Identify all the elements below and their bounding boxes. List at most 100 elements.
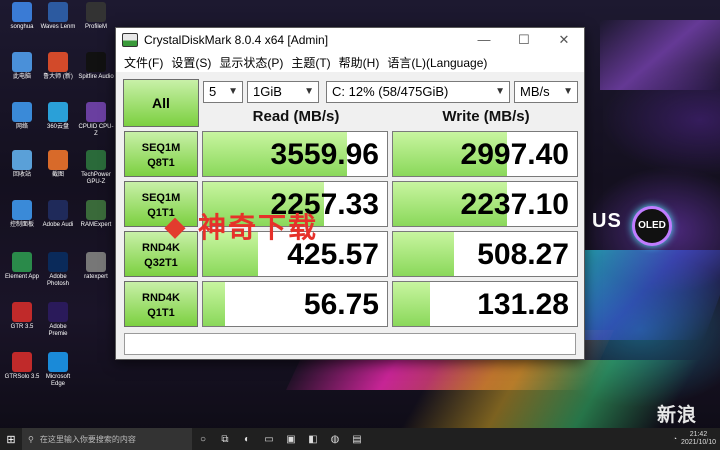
write-result-cell: 131.28 [392,281,578,327]
desktop-icon-glyph [12,150,32,170]
desktop-icon[interactable]: Microsoft Edge [40,352,76,388]
desktop-icon[interactable]: Spitfire Audio [78,52,114,81]
chevron-down-icon: ▼ [304,86,314,97]
desktop-icon-label: ProfileM [84,24,107,30]
comment-field[interactable] [124,333,576,355]
desktop-icon[interactable]: Waves Lenm [40,2,76,31]
desktop-icon[interactable]: Adobe Premie [40,302,76,338]
menu-language[interactable]: 语言(L)(Language) [383,54,491,71]
write-result-value: 2237.10 [460,188,569,221]
desktop-icon[interactable]: ProfileM [78,2,114,31]
desktop-icon-glyph [86,52,106,72]
wallpaper-streak [399,360,701,430]
read-result-cell: 425.57 [202,231,388,277]
desktop-icon[interactable]: 鲁大师 (新) [40,52,76,81]
desktop-icon[interactable]: 网络 [4,102,40,131]
unit-select[interactable]: MB/s ▼ [514,81,578,103]
desktop-icon-label: Microsoft Edge [45,374,71,387]
title-bar[interactable]: CrystalDiskMark 8.0.4 x64 [Admin] — ☐ ✕ [116,28,584,52]
desktop-icon-label: 网络 [15,124,28,130]
desktop-icon-label: 此电脑 [12,74,31,80]
visual-studio-icon[interactable]: ◧ [302,434,324,445]
desktop-icon[interactable]: Adobe Audi [40,200,76,229]
write-result-value: 508.27 [477,238,569,271]
desktop-icon-glyph [48,352,68,372]
clock-time: 21:42 [689,431,708,438]
crystaldiskmark-window: CrystalDiskMark 8.0.4 x64 [Admin] — ☐ ✕ … [115,27,585,360]
desktop-icon-glyph [12,102,32,122]
read-result-value: 425.57 [287,238,379,271]
write-result-cell: 2237.10 [392,181,578,227]
desktop-icon[interactable]: Element App [4,252,40,281]
app-icon [122,33,138,47]
write-result-bar [393,232,454,276]
cortana-icon[interactable]: ○ [192,434,214,445]
desktop-icon-label: Adobe Photosh [46,274,70,287]
network-icon[interactable]: ◔ [673,436,677,443]
desktop-icon-label: Waves Lenm [40,24,76,30]
clock[interactable]: 21:42 2021/10/10 [681,431,716,447]
file-explorer-icon[interactable]: ▭ [258,434,280,445]
desktop-icon[interactable]: 截图 [40,150,76,179]
read-result-value: 2257.33 [270,188,379,221]
test-queue: Q1T1 [147,207,175,219]
write-header: Write (MB/s) [442,108,530,125]
desktop-icon-glyph [12,2,32,22]
drive-select[interactable]: C: 12% (58/475GiB) ▼ [326,81,510,103]
unit-value: MB/s [520,84,550,99]
task-view-icon[interactable]: ⧉ [214,434,236,445]
desktop-icon-label: 360云盘 [46,124,69,130]
test-label-button[interactable]: RND4K Q1T1 [124,281,198,327]
desktop-icon[interactable]: TechPower GPU-Z [78,150,114,186]
desktop-icon[interactable]: GTRSolo 3.5 [4,352,40,381]
app-icon-taskbar[interactable]: ◍ [324,434,346,445]
desktop-icon-label: CPUID CPU-Z [78,124,114,137]
menu-file[interactable]: 文件(F) [120,54,167,71]
desktop-icon[interactable]: 360云盘 [40,102,76,131]
test-queue: Q1T1 [147,307,175,319]
search-icon: ⚲ [28,434,34,444]
desktop-icon[interactable]: 此电脑 [4,52,40,81]
desktop-icon-glyph [48,102,68,122]
menu-help[interactable]: 帮助(H) [335,54,384,71]
menu-settings[interactable]: 设置(S) [167,54,215,71]
windows-start-icon[interactable]: ⊞ [0,433,22,446]
maximize-button[interactable]: ☐ [504,28,544,52]
chevron-down-icon: ▼ [495,86,505,97]
size-select[interactable]: 1GiB ▼ [247,81,319,103]
close-button[interactable]: ✕ [544,28,584,52]
desktop-icon[interactable]: 控制面板 [4,200,40,229]
test-label-button[interactable]: RND4K Q32T1 [124,231,198,277]
desktop-icon-glyph [48,150,68,170]
desktop-icon[interactable]: CPUID CPU-Z [78,102,114,138]
desktop-icon-label: songhua [10,24,34,30]
all-button[interactable]: All [123,79,199,127]
desktop-icon-label: Element App [4,274,40,280]
desktop-icon-label: ratexpert [84,274,108,280]
desktop-icon-glyph [12,252,32,272]
test-name: SEQ1M [141,142,181,154]
test-label-button[interactable]: SEQ1M Q1T1 [124,181,198,227]
desktop-icon[interactable]: Adobe Photosh [40,252,76,288]
edge-icon[interactable]: ◐ [236,434,258,445]
desktop-icon[interactable]: GTR 3.5 [4,302,40,331]
minimize-button[interactable]: — [464,28,504,52]
desktop-icon-glyph [12,200,32,220]
desktop-icon[interactable]: ratexpert [78,252,114,281]
taskbar: ⊞ ⚲ 在这里输入你要搜索的内容 ○ ⧉ ◐ ▭ ▣ ◧ ◍ ▤ ◔ 21:42… [0,428,720,450]
desktop-icon[interactable]: songhua [4,2,40,31]
desktop-icon-glyph [86,200,106,220]
desktop-icon-label: RAMExpert [80,222,112,228]
count-select[interactable]: 5 ▼ [203,81,243,103]
desktop-icon[interactable]: RAMExpert [78,200,114,229]
write-result-value: 2997.40 [460,138,569,171]
test-queue: Q32T1 [144,257,178,269]
test-label-button[interactable]: SEQ1M Q8T1 [124,131,198,177]
store-icon[interactable]: ▣ [280,434,302,445]
menu-profile[interactable]: 显示状态(P) [215,54,287,71]
count-value: 5 [209,84,217,99]
desktop-icon[interactable]: 回收站 [4,150,40,179]
menu-theme[interactable]: 主题(T) [287,54,334,71]
taskbar-search[interactable]: ⚲ 在这里输入你要搜索的内容 [22,428,192,450]
crystaldiskmark-taskbar-icon[interactable]: ▤ [346,434,368,445]
